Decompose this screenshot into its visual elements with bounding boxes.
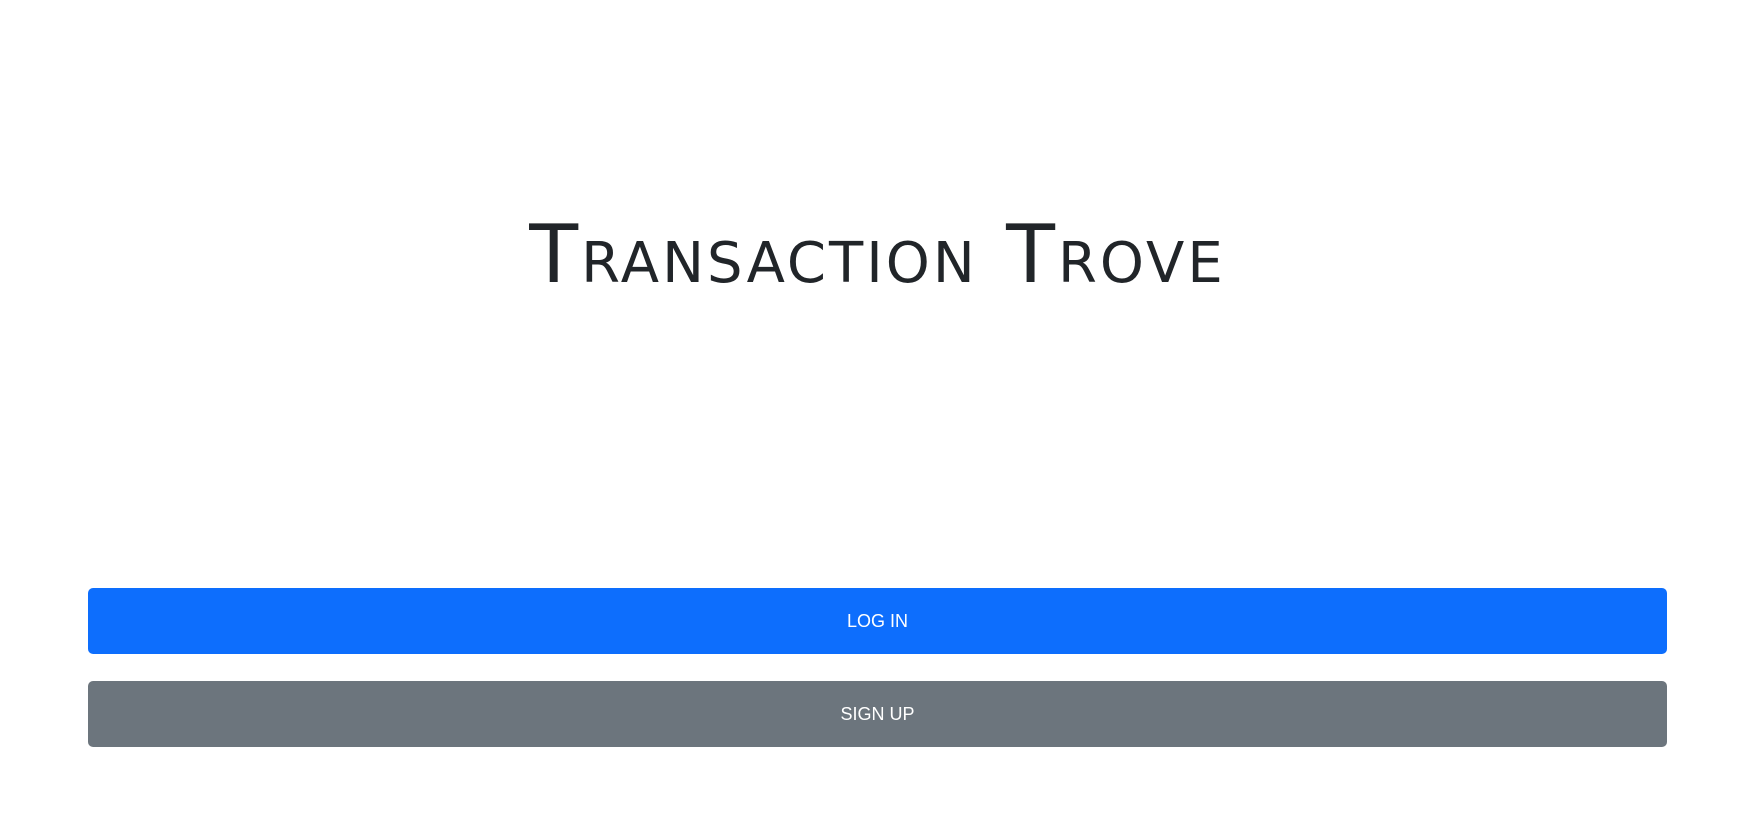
signup-button[interactable]: SIGN UP xyxy=(88,681,1667,747)
app-title: Transaction Trove xyxy=(529,207,1226,301)
login-button[interactable]: LOG IN xyxy=(88,588,1667,654)
